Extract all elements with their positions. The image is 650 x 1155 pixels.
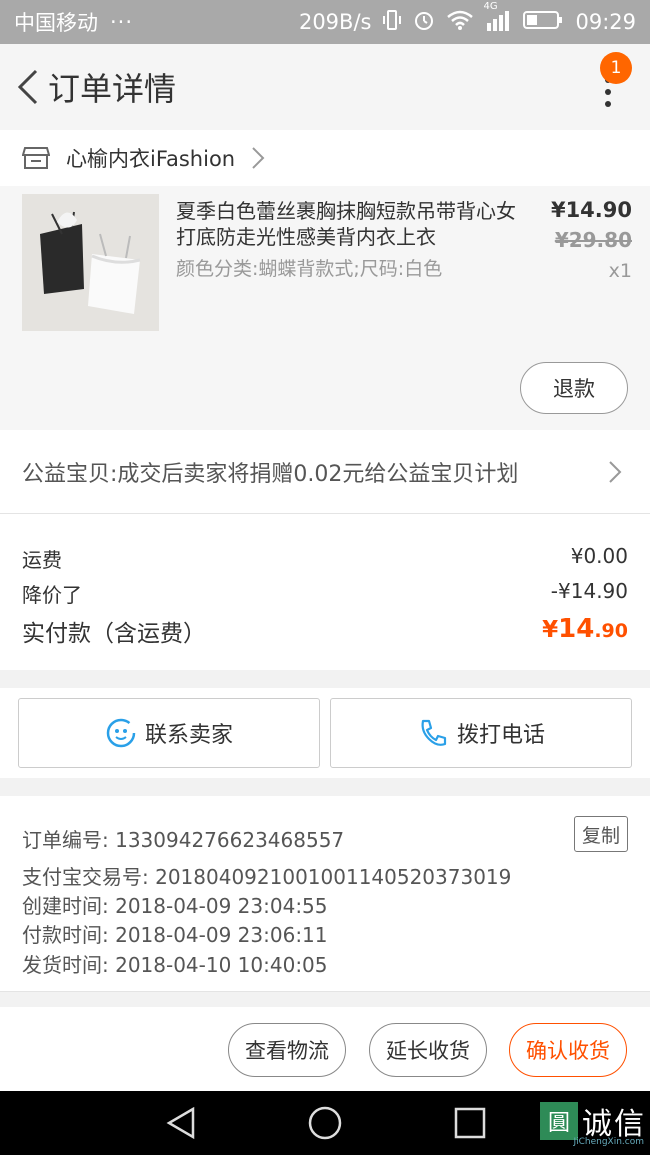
phone-icon: [421, 719, 447, 746]
paid-time: 付款时间: 2018-04-09 23:06:11: [22, 923, 328, 947]
shop-name: 心榆内衣iFashion: [66, 147, 236, 171]
watermark-mark-icon: 圓: [540, 1102, 578, 1140]
refund-button[interactable]: 退款: [520, 362, 628, 414]
paid-amount: ¥14.90: [542, 614, 628, 648]
copy-button[interactable]: 复制: [574, 816, 628, 852]
shipping-label: 运费: [22, 548, 62, 572]
discount-value: -¥14.90: [550, 579, 628, 603]
charity-row[interactable]: 公益宝贝:成交后卖家将捐赠0.02元给公益宝贝计划: [0, 430, 650, 514]
confirm-receipt-button[interactable]: 确认收货: [509, 1023, 627, 1077]
shipped-time: 发货时间: 2018-04-10 10:40:05: [22, 953, 328, 977]
nav-home-icon[interactable]: [307, 1105, 343, 1141]
contact-seller-label: 联系卖家: [144, 723, 233, 748]
shop-row[interactable]: 心榆内衣iFashion: [0, 130, 650, 186]
paid-row: 实付款（含运费） ¥14.90: [22, 614, 628, 648]
call-phone-button[interactable]: 拨打电话: [330, 698, 632, 768]
paid-currency: ¥: [542, 617, 559, 643]
product-attributes: 颜色分类:蝴蝶背款式;尺码:白色: [176, 258, 443, 280]
system-navigation-bar: 圓 诚信 JiChengXin.com: [0, 1091, 650, 1155]
order-info: 订单编号: 133094276623468557 复制 支付宝交易号: 2018…: [0, 796, 650, 992]
contact-seller-button[interactable]: 联系卖家: [18, 698, 320, 768]
charity-text: 公益宝贝:成交后卖家将捐赠0.02元给公益宝贝计划: [22, 461, 519, 487]
paid-decimal: .90: [594, 620, 628, 642]
contact-section: 联系卖家 拨打电话: [0, 688, 650, 778]
view-logistics-button[interactable]: 查看物流: [228, 1023, 346, 1077]
vibrate-icon: [383, 9, 402, 36]
alarm-icon: [413, 9, 435, 36]
dot-icon: [605, 89, 611, 95]
product-original-price: ¥29.80: [554, 228, 632, 252]
product-card[interactable]: 夏季白色蕾丝裹胸抹胸短款吊带背心女打底防走光性感美背内衣上衣 颜色分类:蝴蝶背款…: [0, 186, 650, 430]
chevron-right-icon: [609, 461, 622, 483]
battery-icon: [523, 9, 563, 36]
more-notifications-icon: ···: [110, 10, 134, 34]
shipping-row: 运费 ¥0.00: [22, 544, 628, 573]
created-time: 创建时间: 2018-04-09 23:04:55: [22, 894, 328, 918]
nav-recents-icon[interactable]: [452, 1105, 488, 1141]
order-number: 订单编号: 133094276623468557: [22, 828, 345, 852]
back-button[interactable]: [8, 44, 48, 130]
paid-integer: 14: [558, 614, 595, 644]
paid-label: 实付款（含运费）: [22, 621, 206, 647]
notification-badge: 1: [600, 52, 632, 84]
extend-receipt-button[interactable]: 延长收货: [369, 1023, 487, 1077]
network-type: 4G: [483, 0, 498, 12]
back-arrow-icon: [17, 69, 38, 105]
product-title: 夏季白色蕾丝裹胸抹胸短款吊带背心女打底防走光性感美背内衣上衣: [176, 199, 516, 249]
product-quantity: x1: [608, 260, 632, 282]
watermark-subtext: JiChengXin.com: [573, 1137, 644, 1147]
top-navigation-bar: 订单详情 1: [0, 44, 650, 130]
chevron-right-icon: [252, 147, 265, 169]
carrier-name: 中国移动: [14, 11, 98, 35]
discount-row: 降价了 -¥14.90: [22, 579, 628, 608]
bottom-action-bar: 查看物流 延长收货 确认收货: [0, 1007, 650, 1091]
clock: 09:29: [575, 10, 636, 34]
signal-icon: 4G: [483, 1, 511, 36]
shipping-value: ¥0.00: [570, 544, 628, 568]
status-indicators: 209B/s 4G 09:29: [298, 1, 636, 36]
dot-icon: [605, 101, 611, 107]
page-title: 订单详情: [48, 70, 177, 108]
network-speed: 209B/s: [298, 10, 372, 34]
wifi-icon: [447, 10, 474, 35]
alipay-number: 支付宝交易号: 2018040921001001140520373019: [22, 865, 512, 889]
discount-label: 降价了: [22, 583, 82, 607]
product-image[interactable]: [22, 194, 159, 331]
chat-icon: [106, 718, 136, 748]
product-price: ¥14.90: [550, 198, 632, 222]
status-bar: 中国移动 ··· 209B/s 4G 09:29: [0, 0, 650, 44]
store-icon: [22, 147, 50, 169]
call-phone-label: 拨打电话: [456, 723, 545, 748]
nav-back-icon[interactable]: [163, 1105, 199, 1141]
watermark-logo: 圓 诚信 JiChengXin.com: [540, 1099, 646, 1147]
cost-summary: 运费 ¥0.00 降价了 -¥14.90 实付款（含运费） ¥14.90: [0, 514, 650, 670]
